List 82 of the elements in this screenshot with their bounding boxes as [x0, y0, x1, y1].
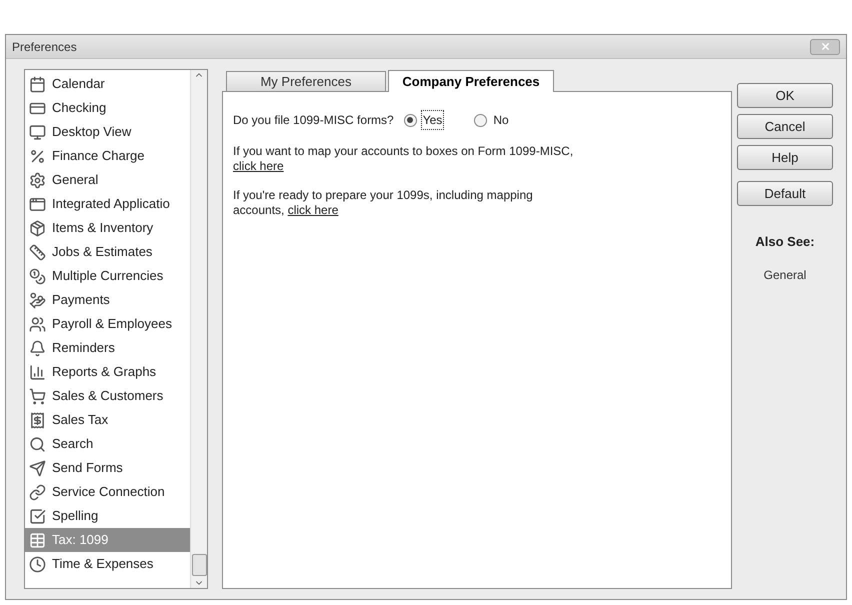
sidebar-item[interactable]: Search [25, 432, 190, 456]
sidebar-item[interactable]: Checking [25, 96, 190, 120]
sidebar-item[interactable]: Time & Expenses [25, 552, 190, 576]
item-label: Calendar [52, 75, 105, 94]
item-label: Multiple Currencies [52, 267, 164, 286]
monitor-icon [29, 124, 46, 140]
bell-icon [29, 340, 46, 356]
bar-chart-icon [29, 364, 46, 380]
package-icon [29, 220, 46, 236]
question-label: Do you file 1099-MISC forms? [233, 112, 394, 129]
ruler-icon [29, 244, 46, 260]
item-label: Reminders [52, 339, 115, 358]
sidebar-item[interactable]: Integrated Applicatio [25, 192, 190, 216]
sidebar-item[interactable]: Service Connection [25, 480, 190, 504]
table-icon [29, 532, 46, 548]
percent-icon [29, 148, 46, 164]
sidebar-item[interactable]: Sales Tax [25, 408, 190, 432]
sidebar-item[interactable]: Multiple Currencies [25, 264, 190, 288]
link-icon [29, 484, 46, 500]
sidebar-item[interactable]: Send Forms [25, 456, 190, 480]
dialog-button[interactable]: Help [737, 145, 833, 170]
item-label: Reports & Graphs [52, 363, 156, 382]
window-title: Preferences [12, 38, 77, 56]
item-label: Jobs & Estimates [52, 243, 152, 262]
tab[interactable]: My Preferences [226, 71, 386, 91]
sidebar-item[interactable]: Jobs & Estimates [25, 240, 190, 264]
radio-button[interactable] [474, 114, 488, 126]
sidebar-item[interactable]: Payroll & Employees [25, 312, 190, 336]
item-label: Sales Tax [52, 411, 108, 430]
checkbox-icon [29, 508, 46, 524]
gear-icon [29, 172, 46, 188]
item-label: General [52, 171, 98, 190]
item-label: Finance Charge [52, 147, 144, 166]
sidebar-item[interactable]: Items & Inventory [25, 216, 190, 240]
item-label: Integrated Applicatio [52, 195, 170, 214]
radio-label[interactable]: Yes [420, 110, 444, 130]
receipt-icon [29, 412, 46, 428]
info-text: If you're ready to prepare your 1099s, including mapping accounts, click here [233, 188, 534, 218]
scroll-thumb[interactable] [192, 554, 206, 576]
click-here-link[interactable]: click here [288, 203, 338, 217]
dialog-button[interactable]: OK [737, 83, 833, 108]
sidebar-item[interactable]: Calendar [25, 72, 190, 96]
calendar-icon [29, 76, 46, 92]
info-text: If you want to map your accounts to boxes on Form 1099-MISC, click here [233, 144, 574, 174]
radio-button[interactable] [404, 114, 417, 126]
send-icon [29, 460, 46, 476]
window-icon [29, 196, 46, 212]
also-see-link[interactable]: General [764, 266, 806, 284]
sidebar-item[interactable]: Reports & Graphs [25, 360, 190, 384]
radio-label[interactable]: No [491, 111, 511, 129]
item-label: Spelling [52, 507, 98, 526]
sidebar-item[interactable]: Spelling [25, 504, 190, 528]
coins-icon [29, 268, 46, 284]
item-label: Time & Expenses [52, 555, 154, 574]
sidebar-item[interactable]: General [25, 168, 190, 192]
hand-coins-icon [29, 292, 46, 308]
click-here-link[interactable]: click here [233, 159, 284, 173]
cart-icon [29, 388, 46, 404]
sidebar-item[interactable]: Payments [25, 288, 190, 312]
item-label: Checking [52, 99, 106, 118]
item-label: Send Forms [52, 459, 123, 478]
users-icon [29, 316, 46, 332]
item-label: Sales & Customers [52, 387, 164, 406]
sidebar-item[interactable]: Reminders [25, 336, 190, 360]
item-label: Service Connection [52, 483, 165, 502]
item-label: Items & Inventory [52, 219, 154, 238]
item-label: Desktop View [52, 123, 132, 142]
item-label: Payments [52, 291, 110, 310]
search-icon [29, 436, 46, 452]
item-label: Tax: 1099 [52, 531, 108, 550]
dialog-button[interactable]: Cancel [737, 114, 833, 139]
close-button[interactable] [810, 38, 840, 54]
also-see-heading: Also See: [755, 233, 815, 251]
tab[interactable]: Company Preferences [388, 70, 554, 92]
sidebar-item[interactable]: Desktop View [25, 120, 190, 144]
sidebar-item[interactable]: Sales & Customers [25, 384, 190, 408]
item-label: Payroll & Employees [52, 315, 172, 334]
close-icon [820, 41, 830, 52]
clock-icon [29, 556, 46, 572]
dialog-button[interactable]: Default [737, 181, 833, 206]
item-label: Search [52, 435, 94, 454]
sidebar-item[interactable]: Finance Charge [25, 144, 190, 168]
